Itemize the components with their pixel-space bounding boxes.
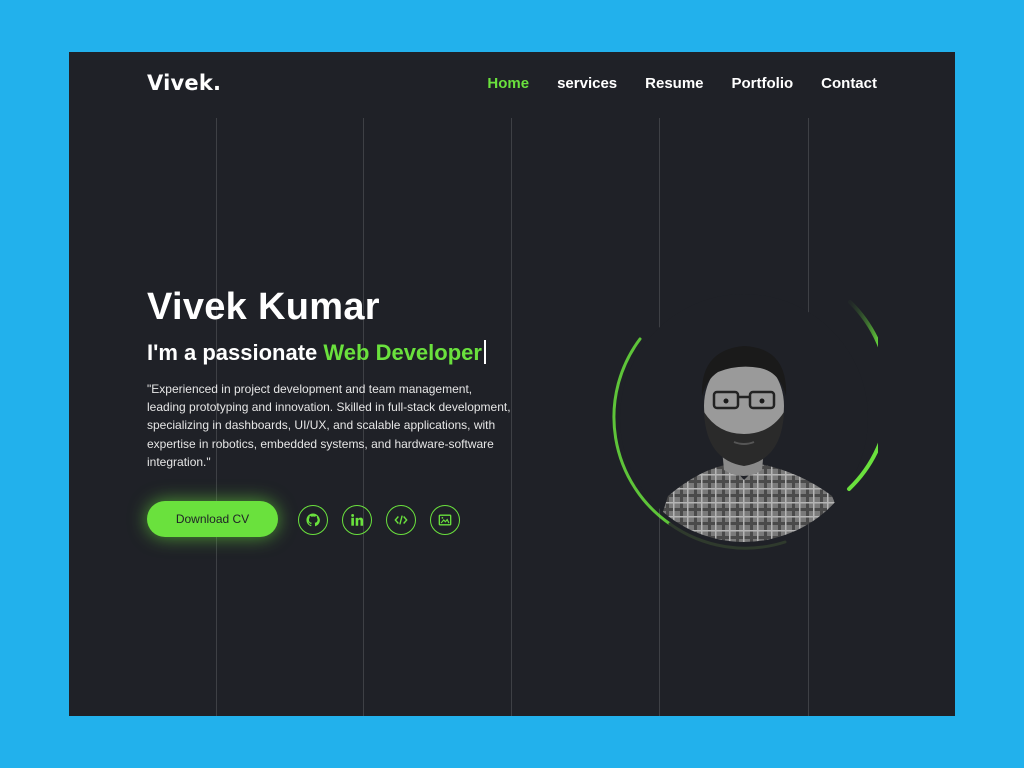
subtitle-role: Web Developer [323, 340, 482, 365]
site-logo[interactable]: Vivek. [147, 71, 221, 95]
code-link[interactable] [386, 505, 416, 535]
nav-portfolio[interactable]: Portfolio [732, 75, 794, 92]
portfolio-page: Vivek. Home services Resume Portfolio Co… [69, 52, 955, 716]
linkedin-icon [351, 514, 364, 526]
nav-resume[interactable]: Resume [645, 75, 703, 92]
nav-home[interactable]: Home [487, 75, 529, 92]
image-icon [438, 514, 452, 526]
description-line: integration." [147, 454, 211, 469]
description-line: specializing in dashboards, UI/UX, and s… [147, 418, 496, 433]
image-link[interactable] [430, 505, 460, 535]
subtitle-prefix: I'm a passionate [147, 340, 324, 365]
hero-name: Vivek Kumar [147, 286, 380, 328]
github-link[interactable] [298, 505, 328, 535]
download-cv-button[interactable]: Download CV [147, 501, 278, 537]
profile-photo [610, 284, 892, 552]
description-line: "Experienced in project development and … [147, 382, 473, 396]
github-icon [306, 513, 320, 527]
description-line: leading prototyping and innovation. Skil… [147, 400, 511, 415]
profile-portrait-illustration [612, 294, 892, 550]
linkedin-link[interactable] [342, 505, 372, 535]
description-line: expertise in robotics, embedded systems,… [147, 436, 494, 451]
code-icon [394, 515, 408, 525]
nav-contact[interactable]: Contact [821, 75, 877, 92]
hero-subtitle: I'm a passionate Web Developer [147, 340, 486, 366]
main-nav: Home services Resume Portfolio Contact [487, 75, 877, 92]
social-links [298, 505, 460, 535]
nav-services[interactable]: services [557, 75, 617, 92]
typing-cursor [483, 340, 486, 364]
hero-description: "Experienced in project development and … [147, 380, 587, 471]
